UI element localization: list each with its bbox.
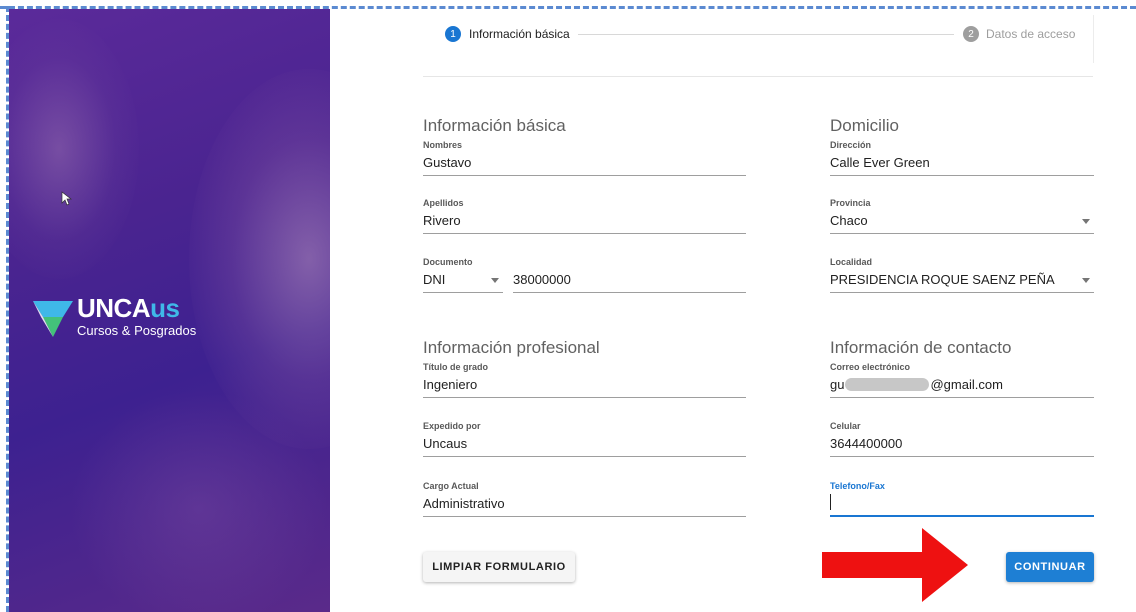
hero-photo-glow bbox=[69, 389, 329, 612]
stepper-edge bbox=[1093, 15, 1094, 63]
page: UNCAus Cursos & Posgrados 1 Información … bbox=[0, 0, 1136, 612]
field-value: 3644400000 bbox=[830, 436, 903, 451]
step-number: 1 bbox=[445, 26, 461, 42]
step-number: 2 bbox=[963, 26, 979, 42]
hero-panel: UNCAus Cursos & Posgrados bbox=[9, 9, 330, 612]
celular-field[interactable]: Celular 3644400000 bbox=[830, 421, 1094, 457]
field-value: Ingeniero bbox=[423, 377, 478, 392]
provincia-select[interactable]: Provincia Chaco bbox=[830, 198, 1094, 234]
section-title-professional: Información profesional bbox=[423, 338, 600, 357]
field-value: DNI bbox=[423, 272, 446, 287]
field-label: Título de grado bbox=[423, 362, 488, 372]
dropdown-arrow-icon bbox=[491, 278, 499, 283]
field-value: Uncaus bbox=[423, 436, 468, 451]
telefono-field[interactable]: Telefono/Fax bbox=[830, 481, 1094, 517]
section-title-contact: Información de contacto bbox=[830, 338, 1012, 357]
documento-number-field[interactable]: 38000000 bbox=[513, 257, 746, 293]
field-label: Documento bbox=[423, 257, 473, 267]
field-label: Apellidos bbox=[423, 198, 464, 208]
text-cursor bbox=[830, 494, 831, 510]
cargo-field[interactable]: Cargo Actual Administrativo bbox=[423, 481, 746, 517]
step-informacion-basica[interactable]: 1 Información básica bbox=[445, 26, 570, 42]
field-label: Localidad bbox=[830, 257, 873, 267]
mouse-pointer-icon bbox=[61, 191, 73, 206]
documento-type-select[interactable]: Documento DNI bbox=[423, 257, 503, 293]
field-value: PRESIDENCIA ROQUE SAENZ PEÑA bbox=[830, 272, 1055, 287]
field-label: Celular bbox=[830, 421, 861, 431]
field-label: Expedido por bbox=[423, 421, 481, 431]
localidad-select[interactable]: Localidad PRESIDENCIA ROQUE SAENZ PEÑA bbox=[830, 257, 1094, 293]
correo-field[interactable]: Correo electrónico gu @gmail.com bbox=[830, 362, 1094, 398]
limpiar-formulario-button[interactable]: LIMPIAR FORMULARIO bbox=[423, 552, 575, 582]
section-title-basic: Información básica bbox=[423, 116, 566, 135]
step-label: Datos de acceso bbox=[986, 27, 1076, 41]
field-value: gu @gmail.com bbox=[830, 377, 1003, 392]
field-label: Provincia bbox=[830, 198, 871, 208]
brand-name: UNCAus bbox=[77, 293, 180, 323]
section-title-address: Domicilio bbox=[830, 116, 899, 135]
field-value: Rivero bbox=[423, 213, 461, 228]
step-label: Información básica bbox=[469, 27, 570, 41]
dropdown-arrow-icon bbox=[1082, 278, 1090, 283]
redaction-mask bbox=[845, 378, 930, 391]
dropdown-arrow-icon bbox=[1082, 219, 1090, 224]
hero-photo-glow bbox=[9, 19, 139, 279]
field-label: Dirección bbox=[830, 140, 872, 150]
apellidos-field[interactable]: Apellidos Rivero bbox=[423, 198, 746, 234]
nombres-field[interactable]: Nombres Gustavo bbox=[423, 140, 746, 176]
field-value: Administrativo bbox=[423, 496, 505, 511]
field-label: Cargo Actual bbox=[423, 481, 479, 491]
continuar-button[interactable]: CONTINUAR bbox=[1006, 552, 1094, 582]
field-label: Nombres bbox=[423, 140, 463, 150]
direccion-field[interactable]: Dirección Calle Ever Green bbox=[830, 140, 1094, 176]
field-label: Correo electrónico bbox=[830, 362, 911, 372]
expedido-field[interactable]: Expedido por Uncaus bbox=[423, 421, 746, 457]
step-datos-de-acceso[interactable]: 2 Datos de acceso bbox=[963, 26, 1075, 42]
stepper-connector bbox=[578, 34, 954, 35]
field-value: Gustavo bbox=[423, 155, 472, 170]
brand-subtitle: Cursos & Posgrados bbox=[77, 323, 197, 338]
annotation-arrow-icon bbox=[822, 528, 968, 602]
logo-mark-icon bbox=[33, 301, 73, 337]
stepper: 1 Información básica 2 Datos de acceso bbox=[423, 15, 1093, 77]
field-value: Chaco bbox=[830, 213, 868, 228]
field-value: Calle Ever Green bbox=[830, 155, 930, 170]
field-label: Telefono/Fax bbox=[830, 481, 885, 491]
field-value: 38000000 bbox=[513, 272, 571, 287]
titulo-field[interactable]: Título de grado Ingeniero bbox=[423, 362, 746, 398]
brand-logo: UNCAus Cursos & Posgrados bbox=[33, 293, 196, 351]
